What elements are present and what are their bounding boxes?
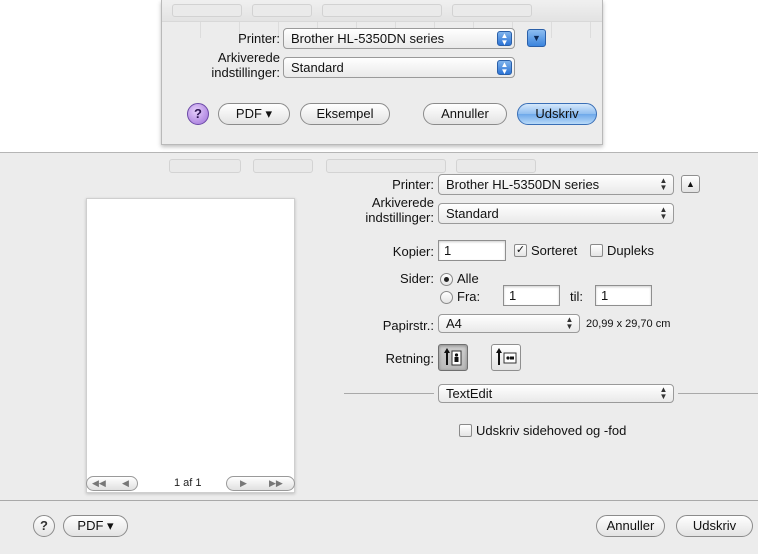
duplex-checkbox[interactable] (590, 244, 603, 257)
cancel-button[interactable]: Annuller (423, 103, 507, 125)
presets-popup[interactable]: Standard ▲ ▼ (283, 57, 515, 78)
popup-arrows-icon: ▲ ▼ (659, 176, 668, 192)
pages-from-label: Fra: (457, 289, 481, 304)
collapsed-print-dialog: Printer: Brother HL-5350DN series ▲ ▼ ▼ A… (161, 0, 603, 145)
portrait-orientation-button[interactable] (438, 344, 468, 371)
printer-popup-value: Brother HL-5350DN series (291, 31, 445, 46)
printer-label: Printer: (238, 31, 280, 46)
previous-page-icon[interactable]: ◀ (122, 478, 129, 489)
cancel-button[interactable]: Annuller (596, 515, 665, 537)
paper-size-label: Papirstr.: (382, 318, 434, 333)
duplex-label: Dupleks (607, 243, 654, 258)
popup-arrows-icon: ▲ ▼ (497, 31, 512, 47)
presets-label: Arkiverede indstillinger: (365, 195, 434, 225)
pages-label: Sider: (400, 271, 434, 286)
footer-separator (0, 500, 758, 501)
collated-checkbox[interactable]: ✓ (514, 244, 527, 257)
paper-size-popup-value: A4 (446, 316, 462, 331)
triangle-up-icon[interactable]: ▲ (681, 175, 700, 193)
page-preview (86, 198, 295, 493)
popup-arrows-icon: ▲ ▼ (659, 385, 668, 401)
background-toolbar (162, 0, 602, 22)
presets-label: Arkiverede indstillinger: (211, 50, 280, 80)
popup-arrows-icon: ▲ ▼ (659, 205, 668, 221)
landscape-orientation-button[interactable] (491, 344, 521, 371)
pages-to-field[interactable]: 1 (595, 285, 652, 306)
orientation-label: Retning: (385, 351, 434, 366)
last-page-icon[interactable]: ▶▶ (269, 478, 283, 489)
popup-arrows-icon: ▲ ▼ (565, 315, 574, 331)
pages-all-radio[interactable] (440, 273, 453, 286)
printer-popup[interactable]: Brother HL-5350DN series ▲ ▼ (438, 174, 674, 195)
next-page-icon[interactable]: ▶ (240, 478, 247, 489)
copies-field[interactable]: 1 (438, 240, 506, 261)
landscape-orientation-icon (496, 348, 517, 365)
nav-next-last-buttons[interactable]: ▶ ▶▶ (226, 476, 295, 491)
separator-right (678, 393, 758, 394)
section-popup[interactable]: TextEdit ▲ ▼ (438, 384, 674, 403)
presets-popup-value: Standard (446, 206, 499, 221)
pages-from-radio[interactable] (440, 291, 453, 304)
presets-popup-value: Standard (291, 60, 344, 75)
portrait-orientation-icon (444, 348, 462, 366)
printer-popup[interactable]: Brother HL-5350DN series ▲ ▼ (283, 28, 515, 49)
presets-popup[interactable]: Standard ▲ ▼ (438, 203, 674, 224)
separator-left (344, 393, 434, 394)
first-page-icon[interactable]: ◀◀ (92, 478, 106, 489)
triangle-down-icon[interactable]: ▼ (527, 29, 546, 47)
paper-size-dimensions: 20,99 x 29,70 cm (586, 318, 671, 330)
copies-label: Kopier: (392, 244, 434, 259)
pdf-button[interactable]: PDF ▾ (63, 515, 128, 537)
print-button[interactable]: Udskriv (517, 103, 597, 125)
printer-popup-value: Brother HL-5350DN series (446, 177, 600, 192)
header-footer-checkbox[interactable] (459, 424, 472, 437)
popup-arrows-icon: ▲ ▼ (497, 60, 512, 76)
pages-all-label: Alle (457, 271, 479, 286)
print-button[interactable]: Udskriv (676, 515, 753, 537)
header-footer-label: Udskriv sidehoved og -fod (476, 423, 627, 438)
pages-from-field[interactable]: 1 (503, 285, 560, 306)
expanded-print-dialog: ◀◀ ◀ 1 af 1 ▶ ▶▶ Printer: Brother HL-535… (0, 152, 758, 554)
page-count: 1 af 1 (174, 477, 202, 489)
section-popup-value: TextEdit (446, 386, 493, 401)
nav-first-prev-buttons[interactable]: ◀◀ ◀ (86, 476, 138, 491)
preview-button[interactable]: Eksempel (300, 103, 390, 125)
paper-size-popup[interactable]: A4 ▲ ▼ (438, 314, 580, 333)
help-button[interactable]: ? (187, 103, 209, 125)
collated-label: Sorteret (531, 243, 578, 258)
pages-to-label: til: (570, 289, 583, 304)
printer-label: Printer: (392, 177, 434, 192)
help-button[interactable]: ? (33, 515, 55, 537)
pdf-button[interactable]: PDF ▾ (218, 103, 290, 125)
